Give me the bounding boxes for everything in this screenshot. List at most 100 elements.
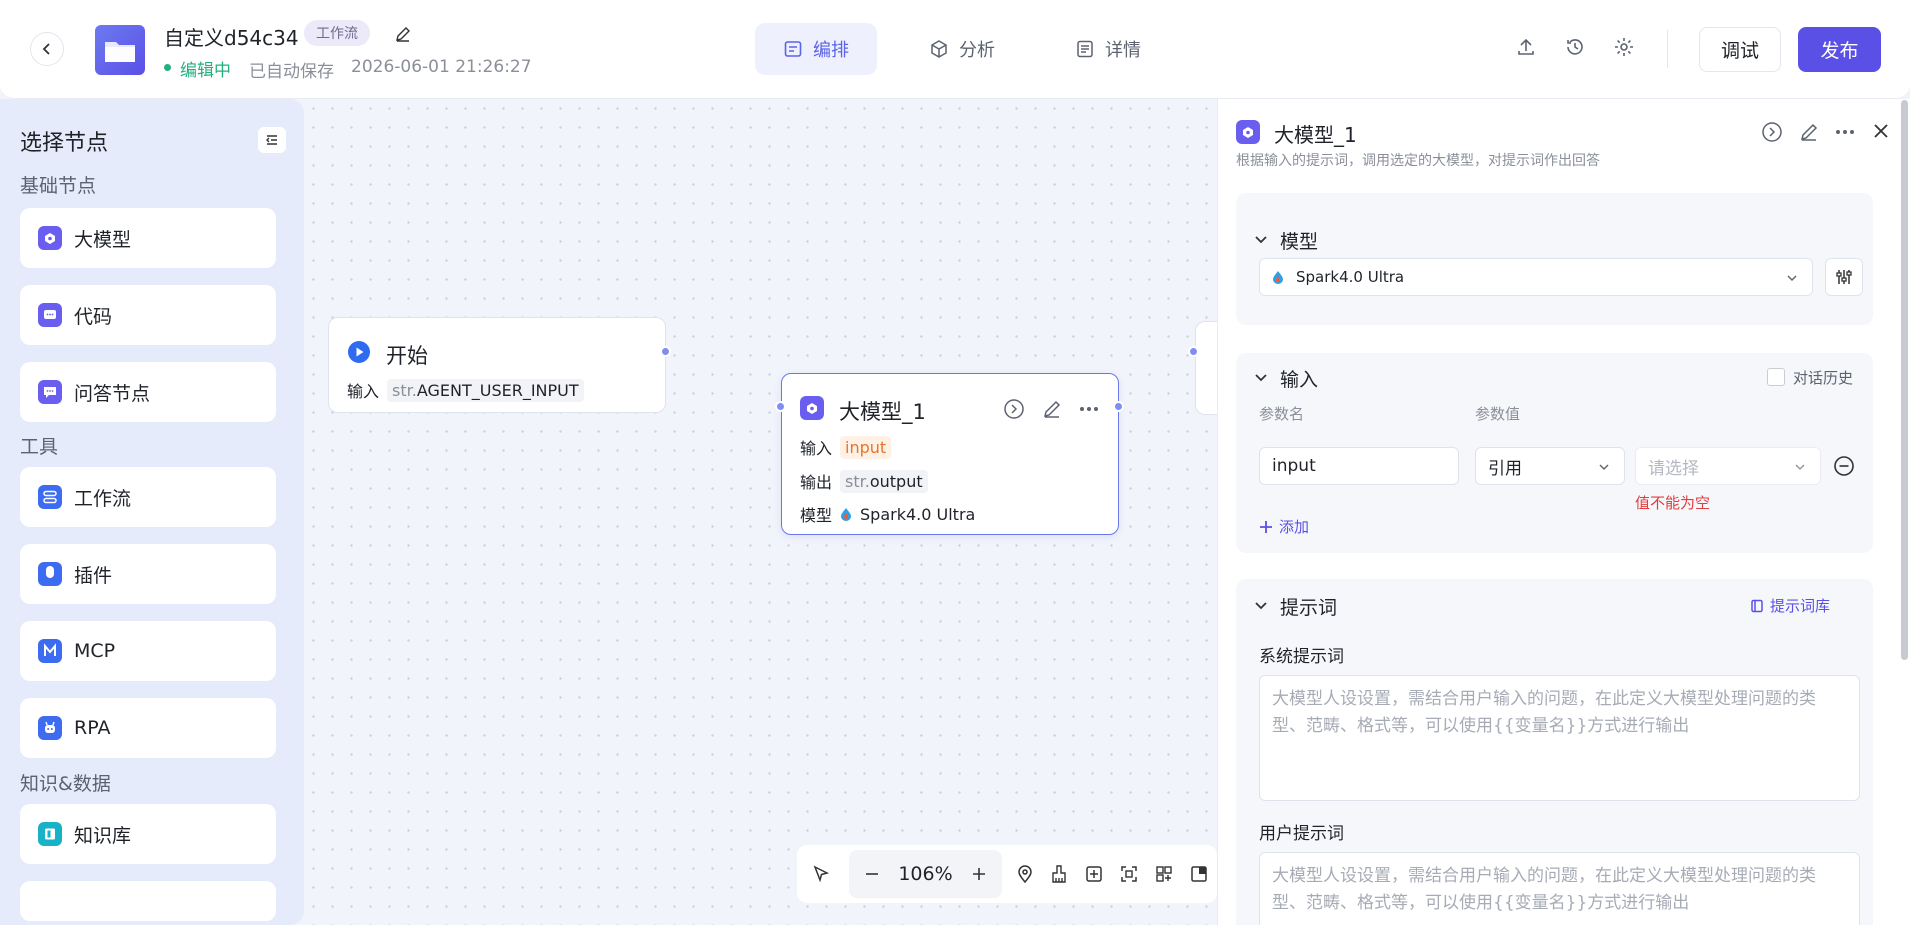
workflow-icon	[38, 485, 62, 509]
history-checkbox[interactable]	[1767, 368, 1785, 386]
sidebar-item-workflow[interactable]: 工作流	[20, 467, 276, 527]
run-icon[interactable]	[1761, 121, 1783, 143]
tab-details[interactable]: 详情	[1047, 23, 1169, 75]
remove-param-icon[interactable]	[1833, 455, 1855, 477]
sidebar-item-mcp[interactable]: MCP	[20, 621, 276, 681]
sidebar-item-label: RPA	[74, 717, 111, 739]
param-value-header: 参数值	[1475, 405, 1521, 423]
group-tools-label: 工具	[20, 436, 59, 458]
llm-input-handle[interactable]	[775, 401, 786, 412]
document-icon	[1077, 40, 1093, 58]
model-settings-button[interactable]	[1825, 258, 1863, 296]
fit-view-icon[interactable]	[1119, 864, 1139, 884]
back-button[interactable]	[30, 32, 64, 66]
upload-icon[interactable]	[1515, 36, 1537, 58]
zoom-in-icon[interactable]	[970, 865, 988, 883]
robot-icon	[38, 716, 62, 740]
zoom-level[interactable]: 106%	[898, 863, 952, 885]
sidebar-item-knowledge[interactable]: 知识库	[20, 804, 276, 864]
debug-button[interactable]: 调试	[1699, 27, 1781, 72]
prompt-library-link[interactable]: 提示词库	[1750, 595, 1830, 616]
mcp-icon	[38, 639, 62, 663]
sidebar-item-plugin[interactable]: 插件	[20, 544, 276, 604]
edit-icon[interactable]	[1798, 121, 1820, 143]
param-error: 值不能为空	[1635, 494, 1711, 512]
plugin-icon	[38, 562, 62, 586]
sidebar-item-rpa[interactable]: RPA	[20, 698, 276, 758]
group-basic-label: 基础节点	[20, 175, 97, 197]
llm-output-value: output	[869, 471, 923, 491]
llm-output-handle[interactable]	[1113, 401, 1124, 412]
close-icon[interactable]	[1872, 122, 1890, 140]
more-icon[interactable]	[1079, 406, 1099, 412]
sidebar-item-partial[interactable]	[20, 881, 276, 921]
input-label: 输入	[347, 382, 380, 401]
locate-icon[interactable]	[1015, 864, 1035, 884]
add-param-button[interactable]: 添加	[1259, 516, 1309, 537]
output-label: 输出	[800, 473, 833, 492]
tab-orchestrate[interactable]: 编排	[755, 23, 877, 75]
param-ref-select[interactable]: 请选择	[1635, 447, 1821, 485]
chevron-down-icon[interactable]	[1254, 233, 1268, 247]
sidebar-item-code[interactable]: 代码	[20, 285, 276, 345]
next-node-input-handle[interactable]	[1188, 346, 1199, 357]
llm-input-tag: input	[840, 435, 892, 459]
llm-node-icon	[800, 396, 824, 420]
layout-grid-icon[interactable]	[1154, 864, 1174, 884]
panel-description: 根据输入的提示词，调用选定的大模型，对提示词作出回答	[1236, 153, 1600, 169]
code-icon	[38, 303, 62, 327]
workflow-canvas[interactable]: 开始 输入 str.AGENT_USER_INPUT 大模型_1 输入 inpu…	[304, 99, 1235, 925]
save-time: 2026-06-01 21:26:27	[351, 57, 532, 77]
start-output-handle[interactable]	[660, 346, 671, 357]
llm-output-row: 输出 str.output	[800, 469, 928, 493]
zoom-out-icon[interactable]	[863, 865, 881, 883]
model-select-value: Spark4.0 Ultra	[1296, 268, 1405, 286]
tab-details-label: 详情	[1105, 40, 1141, 61]
sidebar-item-llm[interactable]: 大模型	[20, 208, 276, 268]
tab-analysis[interactable]: 分析	[901, 23, 1023, 75]
sidebar-item-label: 大模型	[74, 228, 132, 251]
run-icon[interactable]	[1003, 398, 1025, 420]
prompt-section-label: 提示词	[1280, 597, 1338, 619]
edit-title-icon[interactable]	[394, 25, 412, 43]
more-icon[interactable]	[1835, 129, 1855, 135]
add-box-icon[interactable]	[1084, 864, 1104, 884]
settings-icon[interactable]	[1613, 36, 1635, 58]
llm-node[interactable]: 大模型_1 输入 input 输出 str.output 模型 Spark4.0…	[775, 373, 1124, 535]
chevron-left-icon	[42, 43, 50, 55]
edit-icon[interactable]	[1041, 398, 1063, 420]
add-param-label: 添加	[1279, 518, 1310, 536]
model-select[interactable]: Spark4.0 Ultra	[1259, 258, 1813, 296]
chevron-down-icon[interactable]	[1254, 371, 1268, 385]
minimap-icon[interactable]	[1189, 864, 1209, 884]
publish-button[interactable]: 发布	[1798, 27, 1881, 72]
model-section: 模型 Spark4.0 Ultra	[1236, 193, 1873, 325]
system-prompt-label: 系统提示词	[1259, 647, 1344, 667]
sidebar-item-label: MCP	[74, 640, 116, 662]
type-prefix: str.	[845, 471, 870, 491]
sidebar-item-qa[interactable]: 问答节点	[20, 362, 276, 422]
start-node[interactable]: 开始 输入 str.AGENT_USER_INPUT	[328, 317, 671, 413]
status-text: 编辑中	[180, 61, 231, 81]
param-mode-select[interactable]: 引用	[1475, 447, 1625, 485]
status-dot	[164, 64, 171, 71]
node-config-panel: 大模型_1 根据输入的提示词，调用选定的大模型，对提示词作出回答 模型 Spar…	[1217, 99, 1910, 925]
param-name-header: 参数名	[1259, 405, 1305, 423]
panel-scrollbar[interactable]	[1901, 100, 1908, 660]
llm-model-row: 模型 Spark4.0 Ultra	[800, 502, 975, 526]
layout-icon	[784, 41, 802, 57]
header-divider	[1667, 30, 1668, 68]
pointer-icon[interactable]	[811, 864, 831, 884]
chevron-down-icon	[1787, 275, 1797, 282]
book-icon	[1751, 599, 1763, 612]
user-prompt-input[interactable]: 大模型人设设置，需结合用户输入的问题，在此定义大模型处理问题的类型、范畴、格式等…	[1259, 852, 1860, 925]
chevron-down-icon[interactable]	[1254, 599, 1268, 613]
param-name-input[interactable]: input	[1259, 447, 1459, 485]
broom-icon[interactable]	[1049, 864, 1069, 884]
system-prompt-input[interactable]: 大模型人设设置，需结合用户输入的问题，在此定义大模型处理问题的类型、范畴、格式等…	[1259, 675, 1860, 801]
top-header: 自定义d54c34 工作流 编辑中 已自动保存 2026-06-01 21:26…	[0, 0, 1910, 99]
sidebar-collapse-button[interactable]	[258, 127, 286, 153]
history-icon[interactable]	[1564, 36, 1586, 58]
model-label: 模型	[800, 506, 833, 525]
start-node-input-row: 输入 str.AGENT_USER_INPUT	[347, 378, 584, 402]
